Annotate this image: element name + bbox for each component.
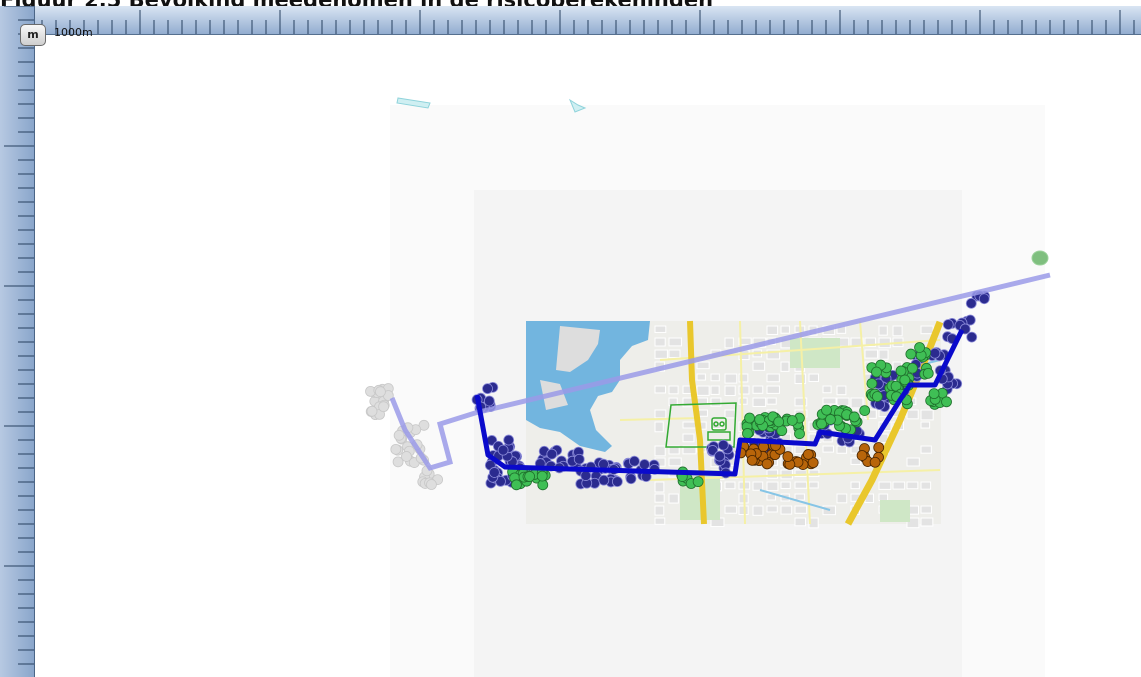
map-svg[interactable] [0, 0, 1141, 677]
population-point [922, 367, 934, 379]
unit-toggle-button[interactable]: m [20, 24, 46, 46]
population-point [744, 412, 755, 424]
population-point [816, 418, 827, 430]
population-point [390, 443, 402, 455]
population-point [965, 297, 977, 309]
population-point [859, 405, 871, 417]
scale-label: 1000m [54, 26, 93, 39]
population-point [978, 293, 990, 305]
population-point [761, 458, 773, 470]
population-point [629, 455, 640, 467]
population-point [611, 476, 623, 487]
population-point [869, 456, 881, 468]
population-point [546, 448, 558, 460]
population-point [503, 434, 515, 446]
population-point [483, 395, 495, 407]
population-point [717, 439, 729, 451]
population-point [375, 386, 386, 398]
population-point [573, 453, 585, 465]
population-point [742, 428, 753, 439]
population-point [536, 470, 548, 482]
vertical-ruler [0, 6, 35, 677]
population-point [856, 450, 868, 461]
population-point [378, 401, 389, 413]
horizontal-ruler-ticks [0, 10, 1135, 34]
population-point [794, 428, 805, 440]
population-point [873, 442, 885, 453]
population-point [401, 451, 412, 462]
population-point [941, 396, 952, 408]
population-point [426, 479, 437, 490]
population-point [907, 362, 918, 374]
population-point [714, 450, 725, 462]
population-point [639, 459, 650, 470]
population-point [393, 429, 405, 441]
population-point [942, 319, 954, 330]
population-point [929, 347, 941, 359]
population-point [524, 471, 536, 482]
population-point [866, 378, 878, 389]
map-canvas[interactable] [0, 0, 1141, 677]
population-point [895, 365, 907, 377]
population-point [489, 467, 500, 478]
population-point [580, 470, 592, 481]
population-point [598, 474, 610, 486]
population-point [497, 444, 509, 456]
population-point [871, 391, 883, 402]
population-point [746, 454, 758, 466]
vertical-ruler-ticks [4, 6, 34, 665]
population-point [848, 411, 860, 423]
population-point [366, 405, 378, 417]
population-point [825, 414, 836, 425]
population-point [966, 331, 978, 343]
horizontal-ruler [0, 6, 1141, 35]
population-point [625, 473, 637, 485]
population-point [773, 416, 785, 428]
population-point [905, 348, 917, 360]
population-point [928, 388, 940, 400]
population-point [511, 479, 522, 491]
population-point [821, 404, 832, 416]
population-point-isolated [1031, 250, 1049, 266]
population-point [754, 414, 766, 425]
population-point [692, 476, 704, 488]
population-point [802, 449, 814, 460]
population-point [871, 366, 882, 378]
population-point [782, 451, 794, 462]
population-point [482, 383, 493, 395]
population-point [914, 342, 925, 353]
population-point [786, 415, 798, 426]
